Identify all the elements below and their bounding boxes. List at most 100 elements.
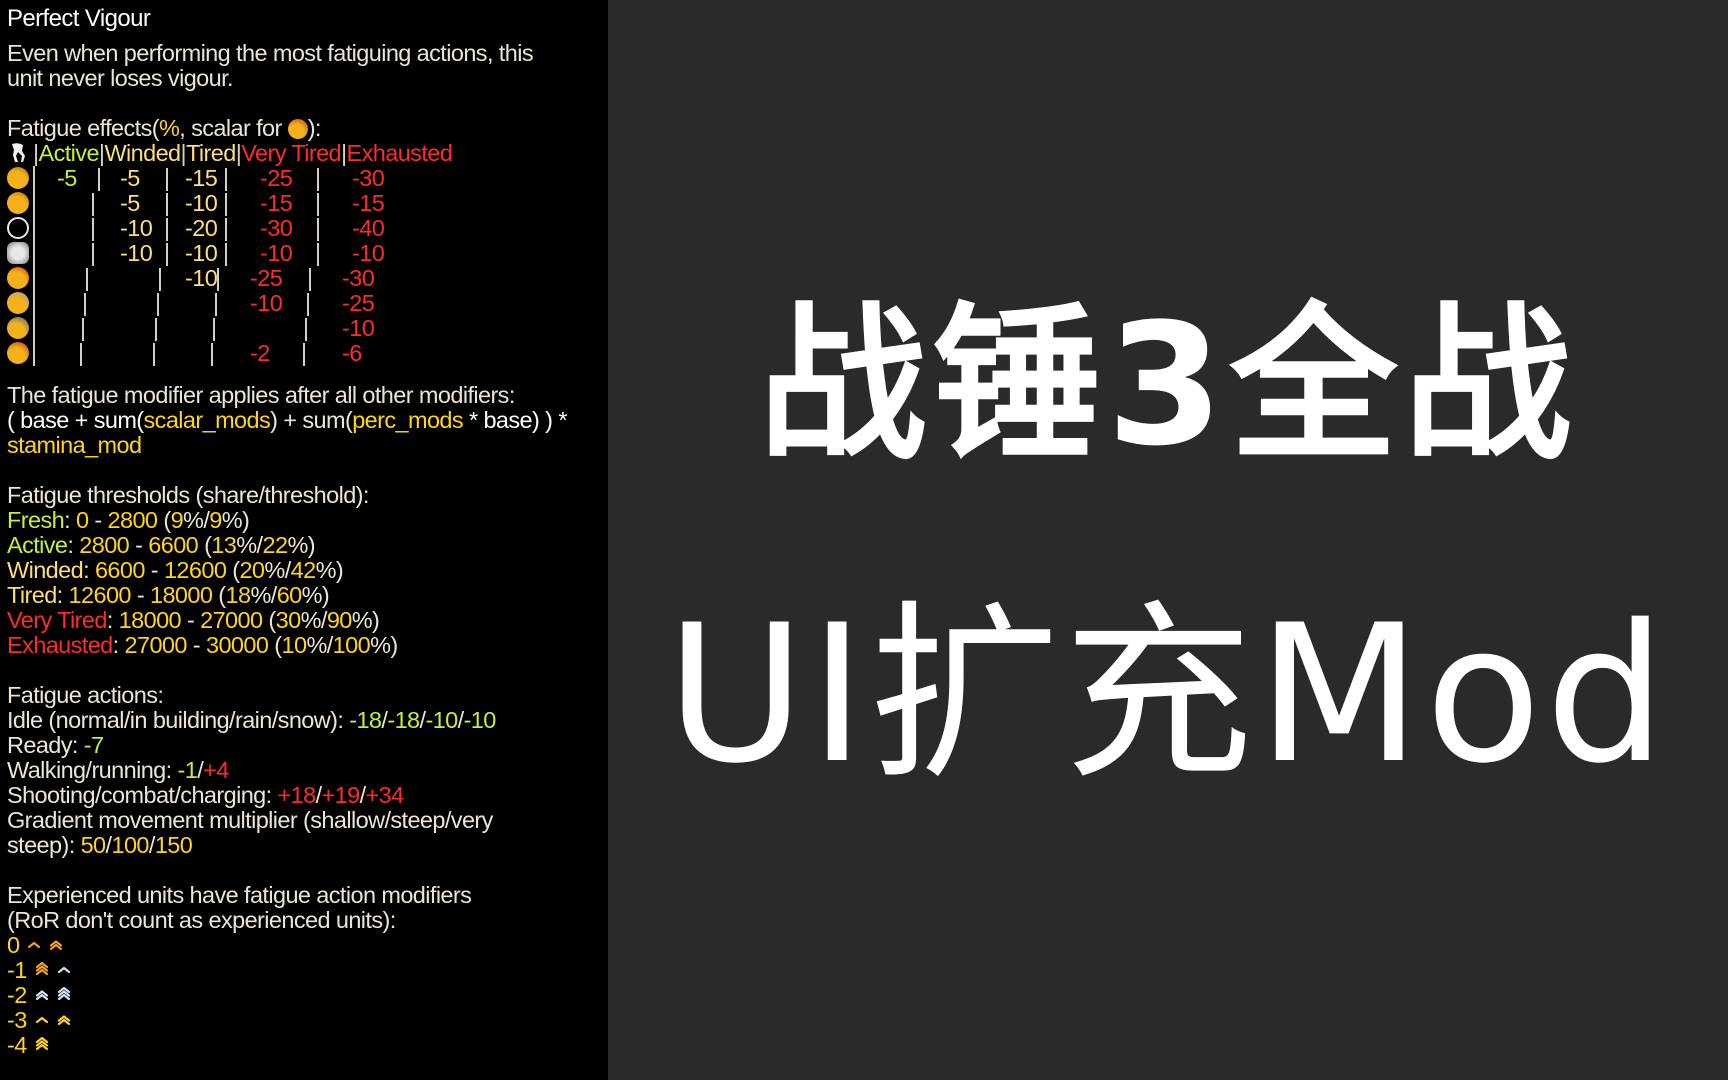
experience-level: -3 xyxy=(7,1008,608,1033)
column-separator xyxy=(213,318,215,341)
table-cell: -10 xyxy=(185,190,218,216)
rank-3-silver-chevron-icon xyxy=(57,986,70,1000)
table-cell: -30 xyxy=(352,165,385,191)
stamina-icon xyxy=(7,342,29,364)
charge-bonus-icon xyxy=(7,242,29,264)
table-cell: -10 xyxy=(185,240,218,266)
column-separator xyxy=(157,293,159,316)
table-cell: -15 xyxy=(185,165,218,191)
hero-title: 战锤3全战 xyxy=(758,287,1578,483)
experience-level: -1 xyxy=(7,958,608,983)
experience-level: 0 xyxy=(7,933,608,958)
column-separator xyxy=(303,343,305,366)
table-row: -5 -10 -15 -15 xyxy=(7,191,567,216)
table-cell: -10 xyxy=(120,215,153,241)
table-row: -10 -25 -30 xyxy=(7,266,567,291)
table-cell: -20 xyxy=(185,215,218,241)
tooltip-panel: Perfect Vigour Even when performing the … xyxy=(0,0,608,1080)
column-separator xyxy=(225,168,227,191)
reload-icon xyxy=(7,217,29,239)
rank-1-gold-chevron-icon xyxy=(35,1016,48,1023)
column-header-very-tired: Very Tired xyxy=(241,140,342,166)
melee-attack-icon xyxy=(7,167,29,189)
table-cell: -10 xyxy=(352,240,385,266)
hero-banner: 战锤3全战 UI扩充Mod xyxy=(608,0,1728,1080)
threshold-winded: Winded: 6600 - 12600 (20%/42%) xyxy=(7,557,344,583)
fatigue-effects-table: |Active|Winded|Tired|Very Tired|Exhauste… xyxy=(7,141,608,369)
rank-1-silver-chevron-icon xyxy=(57,966,70,973)
gradient-multiplier: Gradient movement multiplier (shallow/st… xyxy=(7,807,493,858)
experience-level: -4 xyxy=(7,1033,608,1058)
table-cell: -15 xyxy=(260,190,293,216)
table-row: -10 -20 -30 -40 xyxy=(7,216,567,241)
table-cell: -10 xyxy=(185,265,218,291)
ability-description: Even when performing the most fatiguing … xyxy=(7,40,534,91)
column-separator xyxy=(92,218,94,241)
column-separator xyxy=(225,193,227,216)
column-separator xyxy=(92,193,94,216)
column-separator xyxy=(211,343,213,366)
table-cell: -30 xyxy=(342,265,375,291)
column-separator xyxy=(317,243,319,266)
table-row: -2 -6 xyxy=(7,341,567,366)
table-row: -10 -25 xyxy=(7,291,567,316)
rank-3-bronze-chevron-icon xyxy=(35,961,48,975)
table-cell: -5 xyxy=(57,165,77,191)
table-cell: -5 xyxy=(120,190,140,216)
column-header-active: Active xyxy=(38,140,100,166)
column-header-winded: Winded xyxy=(104,140,181,166)
idle-action: Idle (normal/in building/rain/snow): -18… xyxy=(7,707,496,733)
thresholds-section: Fatigue thresholds (share/threshold): Fr… xyxy=(7,483,608,658)
table-cell: -10 xyxy=(120,240,153,266)
armour-icon xyxy=(7,292,29,314)
stamina-icon xyxy=(287,119,308,139)
threshold-very-tired: Very Tired: 18000 - 27000 (30%/90%) xyxy=(7,607,380,633)
table-cell: -40 xyxy=(352,215,385,241)
rank-2-silver-chevron-icon xyxy=(35,989,48,1000)
column-separator xyxy=(80,343,82,366)
actions-section: Fatigue actions: Idle (normal/in buildin… xyxy=(7,683,608,858)
column-separator xyxy=(84,293,86,316)
hero-subtitle: UI扩充Mod xyxy=(666,584,1670,805)
fatigue-effects-heading: Fatigue effects(%, scalar for ): xyxy=(7,115,321,141)
column-separator xyxy=(98,168,100,191)
rank-2-bronze-chevron-icon xyxy=(50,939,63,950)
column-separator xyxy=(82,318,84,341)
table-cell: -2 xyxy=(250,340,270,366)
table-cell: -10 xyxy=(260,240,293,266)
walk-run-action: Walking/running: -1/+4 xyxy=(7,757,229,783)
experience-section: Experienced units have fatigue action mo… xyxy=(7,883,608,1058)
column-separator xyxy=(86,268,88,291)
column-header-tired: Tired xyxy=(186,140,236,166)
column-separator xyxy=(225,243,227,266)
column-separator xyxy=(155,318,157,341)
table-row: -10 xyxy=(7,316,567,341)
formula-section: The fatigue modifier applies after all o… xyxy=(7,382,567,458)
column-separator xyxy=(317,168,319,191)
column-separator xyxy=(153,343,155,366)
column-separator xyxy=(217,268,219,291)
threshold-fresh: Fresh: 0 - 2800 (9%/9%) xyxy=(7,507,250,533)
table-cell: -25 xyxy=(260,165,293,191)
speed-icon xyxy=(7,192,29,214)
threshold-tired: Tired: 12600 - 18000 (18%/60%) xyxy=(7,582,330,608)
table-row: -10 -10 -10 -10 xyxy=(7,241,567,266)
column-separator xyxy=(317,218,319,241)
column-separator xyxy=(159,268,161,291)
column-separator xyxy=(309,268,311,291)
column-separator xyxy=(166,193,168,216)
table-row: -5 -5 -15 -25 -30 xyxy=(7,166,567,191)
table-header: |Active|Winded|Tired|Very Tired|Exhauste… xyxy=(7,141,567,166)
table-cell: -5 xyxy=(120,165,140,191)
table-cell: -10 xyxy=(342,315,375,341)
experience-level: -2 xyxy=(7,983,608,1008)
table-cell: -10 xyxy=(250,290,283,316)
rank-3-gold-chevron-icon xyxy=(35,1036,48,1050)
table-cell: -6 xyxy=(342,340,362,366)
combat-action: Shooting/combat/charging: +18/+19/+34 xyxy=(7,782,404,808)
table-cell: -25 xyxy=(342,290,375,316)
column-separator xyxy=(166,218,168,241)
column-separator xyxy=(225,218,227,241)
rank-2-gold-chevron-icon xyxy=(57,1014,70,1025)
melee-defence-icon xyxy=(7,317,29,339)
